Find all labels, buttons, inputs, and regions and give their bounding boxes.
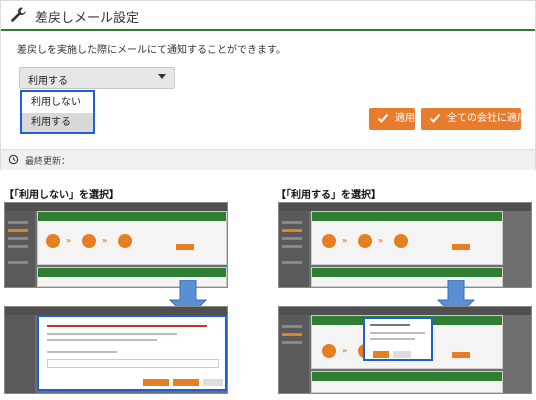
history-bar: 最終更新： xyxy=(1,149,535,170)
screenshot-not-use-before: » » xyxy=(4,202,228,288)
apply-all-button[interactable]: 全ての会社に適用 xyxy=(421,108,527,130)
history-label: 最終更新： xyxy=(25,157,71,167)
apply-button-label: 適用 xyxy=(395,113,415,124)
confirm-dialog-use xyxy=(363,317,433,361)
screenshot-not-use-after xyxy=(4,306,228,394)
wrench-icon xyxy=(10,7,26,23)
caret-down-icon xyxy=(158,74,166,79)
check-icon xyxy=(429,113,441,123)
history-icon xyxy=(8,154,19,165)
check-icon xyxy=(377,113,389,123)
caption-not-use: 【「利用しない」を選択】 xyxy=(4,190,119,201)
apply-button[interactable]: 適用 xyxy=(369,108,415,130)
mail-setting-panel: 差戻しメール設定 差戻しを実施した際にメールにて通知することができます。 利用す… xyxy=(0,0,536,170)
option-not-use[interactable]: 利用しない xyxy=(22,93,93,112)
usage-dropdown: 利用しない 利用する xyxy=(20,90,95,134)
confirm-dialog-not-use xyxy=(37,315,227,391)
description-text: 差戻しを実施した際にメールにて通知することができます。 xyxy=(17,45,286,56)
select-value: 利用する xyxy=(28,76,68,87)
option-use[interactable]: 利用する xyxy=(22,113,93,132)
screenshot-use-before: » » xyxy=(278,202,532,288)
screenshot-use-after: » xyxy=(278,306,532,394)
usage-select[interactable]: 利用する xyxy=(19,67,175,89)
page-title: 差戻しメール設定 xyxy=(35,11,140,26)
caption-use: 【「利用する」を選択】 xyxy=(276,190,381,201)
apply-all-button-label: 全ての会社に適用 xyxy=(447,113,527,124)
panel-header: 差戻しメール設定 xyxy=(1,1,535,31)
